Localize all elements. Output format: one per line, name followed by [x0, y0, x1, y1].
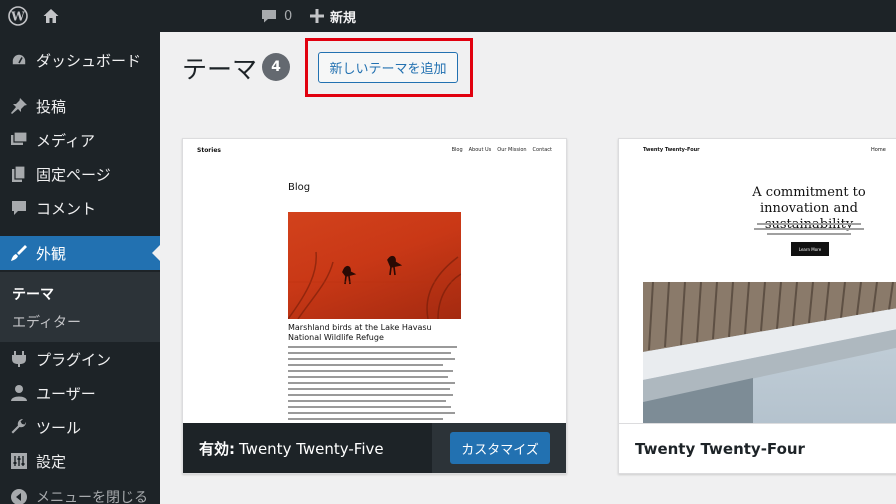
comments-link[interactable]: 0: [260, 0, 292, 32]
menu-comments[interactable]: コメント: [0, 191, 160, 225]
theme-card-twenty-twenty-five[interactable]: Stories Blog About Us Our Mission Contac…: [182, 138, 567, 474]
preview-site-title: Stories: [197, 147, 221, 154]
theme-count-badge: 4: [262, 53, 290, 81]
theme-card-twenty-twenty-four[interactable]: Twenty Twenty-Four Home A commitment to …: [618, 138, 896, 474]
preview-nav-item: Contact: [532, 147, 552, 153]
menu-label: 設定: [36, 452, 67, 471]
theme-name: 有効: Twenty Twenty-Five: [199, 438, 384, 459]
pin-icon: [10, 97, 28, 115]
wordpress-logo-icon[interactable]: W: [6, 0, 30, 32]
submenu-themes[interactable]: テーマ: [12, 284, 54, 304]
plugin-icon: [10, 350, 28, 368]
menu-settings[interactable]: 設定: [0, 444, 160, 478]
admin-bar: W 0 新規: [0, 0, 896, 32]
theme-name: Twenty Twenty-Four: [635, 439, 805, 458]
preview-site-title: Twenty Twenty-Four: [643, 147, 700, 153]
menu-posts[interactable]: 投稿: [0, 89, 160, 123]
collapse-label: メニューを閉じる: [36, 490, 148, 504]
menu-media[interactable]: メディア: [0, 123, 160, 157]
preview-post-title: Marshland birds at the Lake Havasu Natio…: [288, 323, 432, 342]
menu-label: ユーザー: [36, 384, 96, 403]
settings-icon: [10, 452, 28, 470]
new-content-link[interactable]: 新規: [310, 0, 356, 32]
menu-label: 投稿: [36, 97, 67, 116]
menu-users[interactable]: ユーザー: [0, 376, 160, 410]
menu-label: ツール: [36, 418, 82, 437]
admin-sidebar: ダッシュボード 投稿 メディア 固定ページ コメント 外観 テーマ エディター …: [0, 32, 160, 504]
theme-screenshot: Twenty Twenty-Four Home A commitment to …: [619, 139, 896, 425]
active-label: 有効:: [199, 439, 235, 458]
menu-label: メディア: [36, 131, 95, 150]
collapse-arrow-icon: [10, 488, 28, 504]
theme-footer: Twenty Twenty-Four: [619, 423, 896, 473]
menu-label: コメント: [36, 199, 97, 218]
svg-text:W: W: [10, 10, 25, 24]
media-icon: [10, 131, 28, 149]
collapse-menu-button[interactable]: メニューを閉じる: [0, 480, 160, 504]
preview-subtext: [749, 223, 869, 238]
theme-screenshot: Stories Blog About Us Our Mission Contac…: [183, 139, 566, 425]
preview-building-image: [643, 282, 896, 425]
appearance-submenu: テーマ エディター: [0, 272, 160, 342]
preview-bird-image: [288, 212, 461, 319]
comment-bubble-icon: [262, 10, 276, 23]
wrench-icon: [10, 418, 28, 436]
dashboard-icon: [10, 51, 28, 69]
plus-icon: [310, 9, 324, 23]
preview-nav-item: Our Mission: [497, 147, 527, 153]
preview-nav-item: About Us: [468, 147, 492, 153]
preview-button: Learn More: [791, 242, 829, 256]
new-label: 新規: [330, 10, 357, 26]
home-icon[interactable]: [42, 0, 60, 32]
submenu-editor[interactable]: エディター: [12, 312, 81, 332]
preview-nav: Blog About Us Our Mission Contact: [452, 147, 552, 153]
add-new-theme-button[interactable]: 新しいテーマを追加: [318, 52, 458, 83]
preview-nav-item: Blog: [451, 147, 463, 153]
page-icon: [10, 165, 28, 183]
menu-dashboard[interactable]: ダッシュボード: [0, 43, 160, 77]
menu-pages[interactable]: 固定ページ: [0, 157, 160, 191]
preview-heading: Blog: [288, 182, 311, 193]
preview-nav: Home: [871, 147, 886, 153]
theme-footer: 有効: Twenty Twenty-Five カスタマイズ: [183, 423, 566, 473]
page-title: テーマ: [182, 55, 258, 84]
menu-plugins[interactable]: プラグイン: [0, 342, 160, 376]
menu-label: ダッシュボード: [36, 51, 142, 70]
customize-button[interactable]: カスタマイズ: [450, 432, 550, 464]
user-icon: [10, 384, 28, 402]
menu-label: プラグイン: [36, 350, 112, 369]
menu-tools[interactable]: ツール: [0, 410, 160, 444]
theme-actions: カスタマイズ: [432, 423, 566, 473]
theme-name-text: Twenty Twenty-Five: [239, 439, 384, 458]
menu-label: 外観: [36, 244, 67, 263]
preview-post-excerpt: [288, 346, 460, 424]
comments-count: 0: [284, 8, 293, 24]
comment-icon: [10, 199, 28, 217]
menu-appearance[interactable]: 外観: [0, 236, 160, 270]
menu-label: 固定ページ: [36, 165, 111, 184]
brush-icon: [10, 244, 28, 262]
